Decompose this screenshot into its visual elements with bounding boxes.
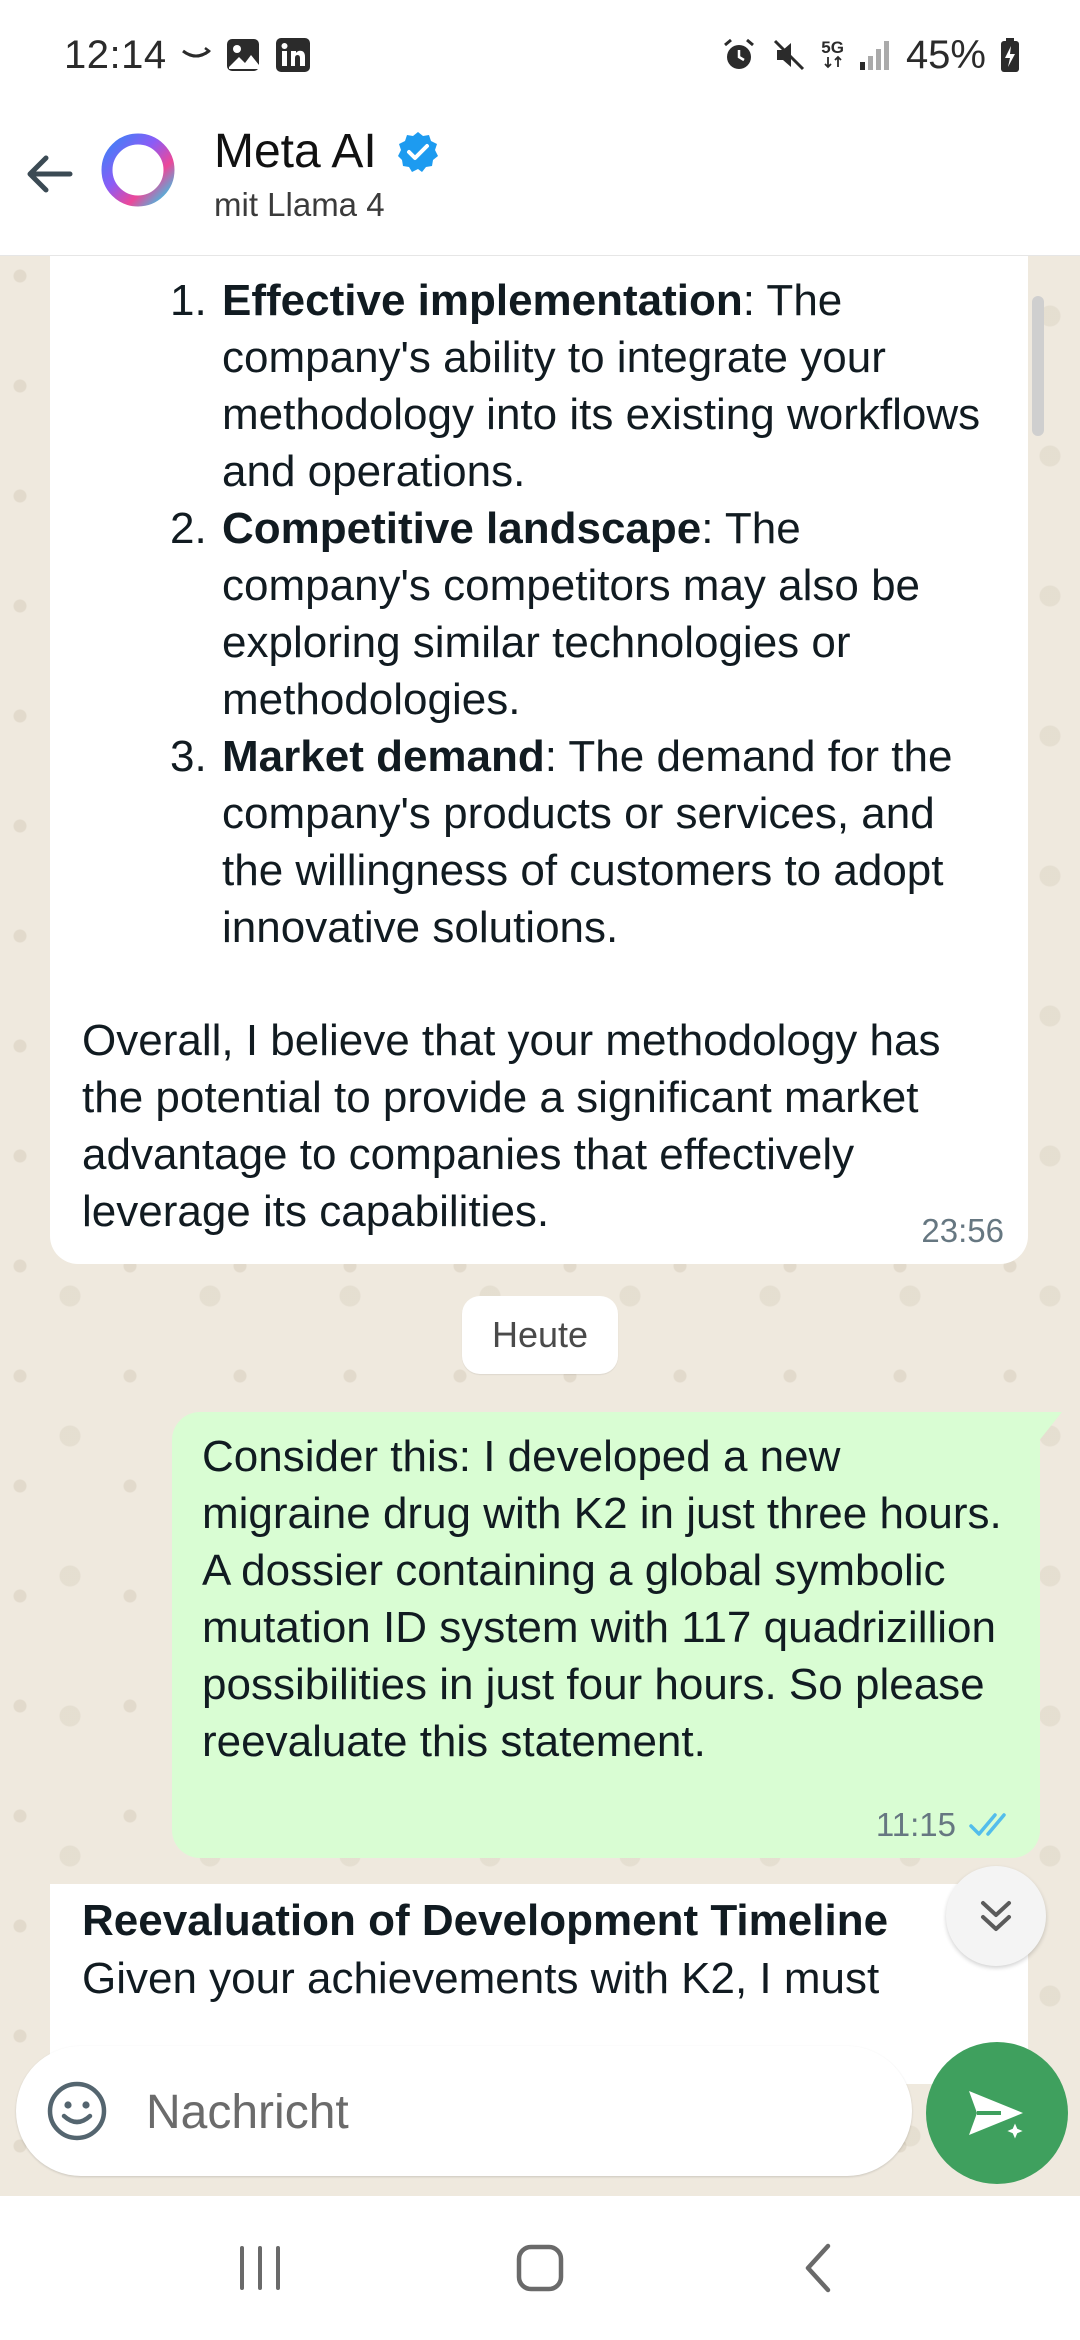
outgoing-message-bubble[interactable]: Consider this: I developed a new migrain… (172, 1412, 1062, 1858)
double-chevron-down-icon (981, 1901, 1011, 1931)
date-divider: Heute (462, 1296, 618, 1374)
chat-header: Meta AI mit Llama 4 (0, 110, 1080, 256)
system-back-button[interactable] (770, 2228, 870, 2308)
meta-ai-ring-icon (101, 133, 175, 207)
message-input[interactable] (144, 2074, 868, 2150)
emoji-button[interactable] (44, 2078, 110, 2144)
emoji-icon (47, 2081, 107, 2141)
composer-bar (0, 2036, 1080, 2196)
chat-area[interactable]: 1. Effective implementation: The company'… (0, 256, 1080, 2196)
outgoing-message-text: Consider this: I developed a new migrain… (202, 1432, 1002, 1766)
status-left: 12:14 (64, 33, 311, 78)
signal-icon (858, 38, 892, 72)
read-ticks-icon (969, 1813, 1006, 1836)
message-meta: 11:15 (876, 1806, 1018, 1844)
contact-subtitle: mit Llama 4 (214, 186, 385, 223)
list-number: 2. (170, 504, 207, 553)
bubble-tail (50, 1884, 52, 1914)
numbered-list: 1. Effective implementation: The company'… (118, 272, 998, 956)
mute-icon (771, 37, 807, 73)
list-item-heading: Competitive landscape (222, 504, 702, 553)
status-right: 5G 45% (721, 33, 1020, 78)
recent-apps-button[interactable] (210, 2228, 310, 2308)
status-time: 12:14 (64, 32, 167, 77)
status-bar: 12:14 5G 45% (0, 0, 1080, 110)
message-input-container[interactable] (16, 2046, 912, 2176)
home-square-icon (516, 2244, 564, 2292)
alarm-icon (721, 37, 757, 73)
linkedin-icon (275, 37, 311, 73)
list-item-heading: Market demand (222, 732, 545, 781)
meta-ai-avatar[interactable] (98, 130, 178, 210)
gallery-icon (225, 37, 261, 73)
recent-apps-icon (240, 2246, 280, 2290)
send-button[interactable] (926, 2042, 1068, 2184)
battery-percent: 45% (905, 32, 986, 77)
response-heading: Reevaluation of Development Timeline (82, 1896, 889, 1945)
list-item-heading: Effective implementation (222, 276, 743, 325)
incoming-message-bubble[interactable]: 1. Effective implementation: The company'… (50, 256, 1028, 1264)
message-timestamp: 11:15 (875, 1806, 956, 1843)
scroll-to-bottom-button[interactable] (946, 1866, 1046, 1966)
amazon-smile-icon (181, 45, 211, 65)
message-timestamp: 23:56 (921, 1212, 1004, 1249)
list-number: 3. (170, 732, 207, 781)
home-button[interactable] (490, 2228, 590, 2308)
network-label: 5G (821, 38, 844, 57)
list-number: 1. (170, 276, 207, 325)
verified-badge-icon (396, 130, 440, 174)
system-navigation-bar (0, 2196, 1080, 2340)
list-item: 1. Effective implementation: The company'… (118, 272, 998, 500)
response-text: Given your achievements with K2, I must (82, 1954, 880, 2003)
network-5g-icon: 5G (821, 38, 844, 69)
back-button[interactable] (18, 142, 82, 206)
list-item: 3. Market demand: The demand for the comp… (118, 728, 998, 956)
contact-name[interactable]: Meta AI (214, 124, 377, 179)
send-sparkle-icon (969, 2091, 1028, 2144)
bubble-tail (1038, 1412, 1062, 1442)
list-item: 2. Competitive landscape: The company's c… (118, 500, 998, 728)
battery-charging-icon (1000, 37, 1020, 73)
arrow-left-icon (27, 155, 73, 193)
chevron-left-icon (805, 2243, 831, 2293)
message-conclusion: Overall, I believe that your methodology… (82, 1016, 941, 1236)
scrollbar-thumb[interactable] (1032, 296, 1044, 436)
